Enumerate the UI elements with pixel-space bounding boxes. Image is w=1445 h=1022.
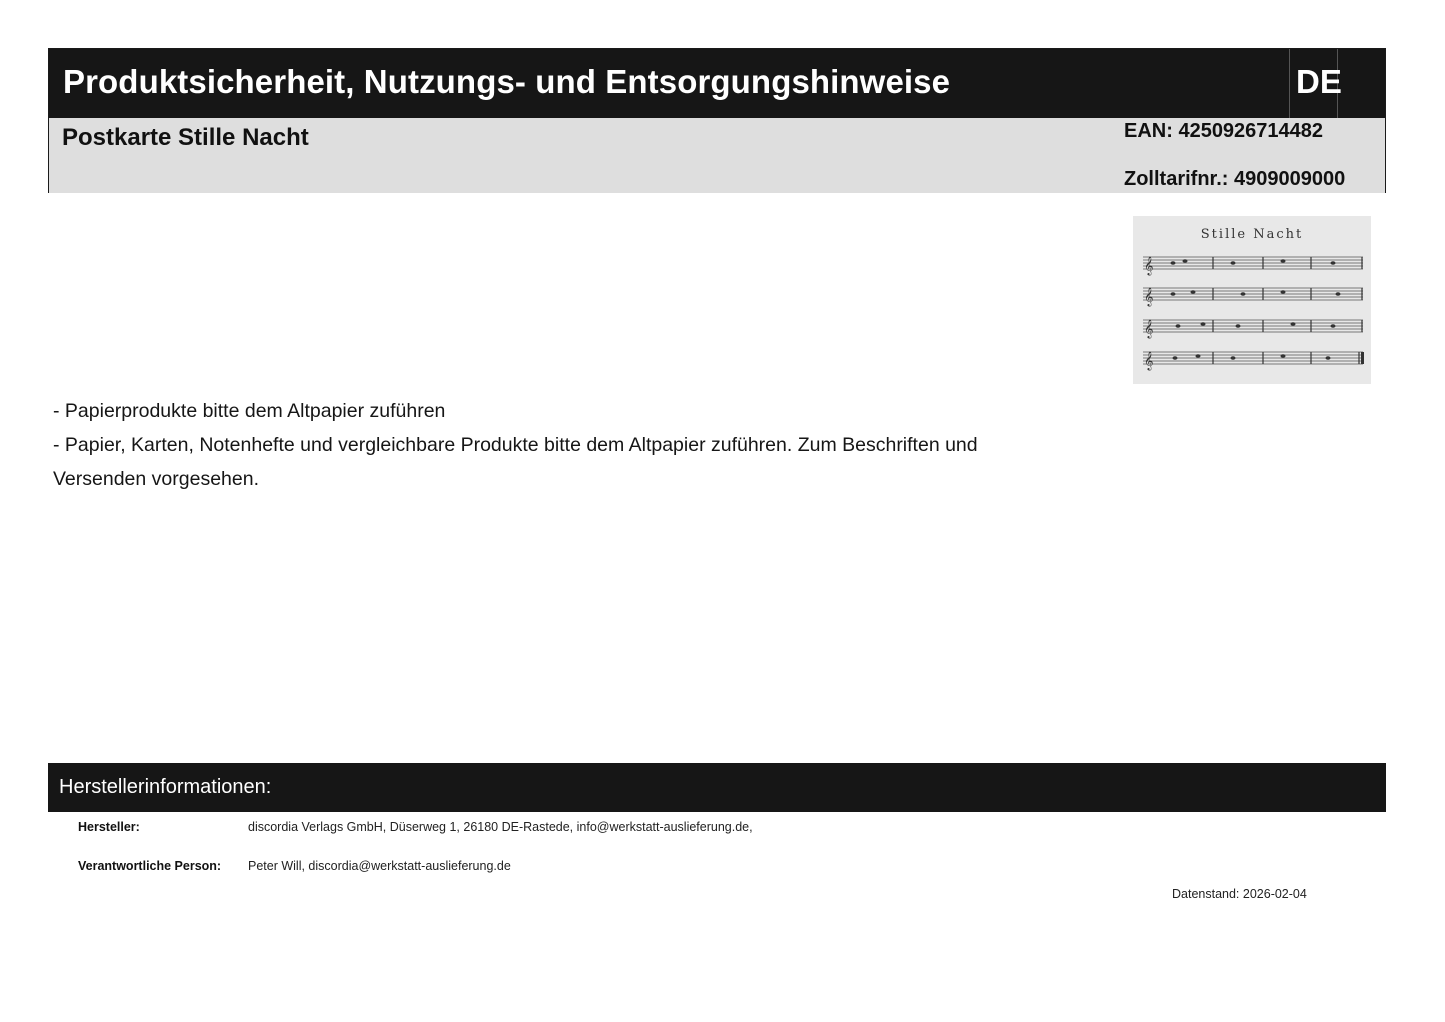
header-block: Produktsicherheit, Nutzungs- und Entsorg…	[48, 48, 1386, 193]
product-name: Postkarte Stille Nacht	[62, 124, 309, 151]
disposal-hints: - Papierprodukte bitte dem Altpapier zuf…	[53, 394, 1013, 496]
responsible-person-label: Verantwortliche Person:	[78, 859, 222, 873]
language-badge: DE	[1289, 49, 1342, 118]
manufacturer-info-bar: Herstellerinformationen:	[48, 763, 1386, 812]
responsible-person-value: Peter Will, discordia@werkstatt-ausliefe…	[248, 859, 511, 873]
manufacturer-section-title: Herstellerinformationen:	[59, 776, 272, 798]
page-title: Produktsicherheit, Nutzungs- und Entsorg…	[63, 63, 951, 100]
hint-line: - Papierprodukte bitte dem Altpapier zuf…	[53, 400, 446, 422]
product-info-bar: Postkarte Stille Nacht EAN: 425092671448…	[49, 118, 1385, 193]
svg-text:𝄞: 𝄞	[1144, 287, 1153, 307]
hint-line: - Papier, Karten, Notenhefte und verglei…	[53, 434, 978, 490]
language-code: DE	[1296, 63, 1342, 100]
customs-tariff-number: Zolltarifnr.: 4909009000	[1124, 168, 1346, 190]
svg-text:𝄞: 𝄞	[1144, 319, 1153, 339]
image-caption: Stille Nacht	[1201, 227, 1303, 242]
svg-text:𝄞: 𝄞	[1144, 256, 1153, 276]
sheet-music-image: Stille Nacht 𝄞 𝄞 𝄞 𝄞	[1133, 216, 1371, 384]
data-date: Datenstand: 2026-02-04	[1172, 887, 1307, 901]
manufacturer-value: discordia Verlags GmbH, Düserweg 1, 2618…	[248, 820, 753, 834]
ean-number: EAN: 4250926714482	[1124, 120, 1324, 142]
svg-text:𝄞: 𝄞	[1144, 351, 1153, 371]
manufacturer-label: Hersteller:	[78, 820, 140, 834]
title-bar: Produktsicherheit, Nutzungs- und Entsorg…	[49, 49, 1385, 118]
